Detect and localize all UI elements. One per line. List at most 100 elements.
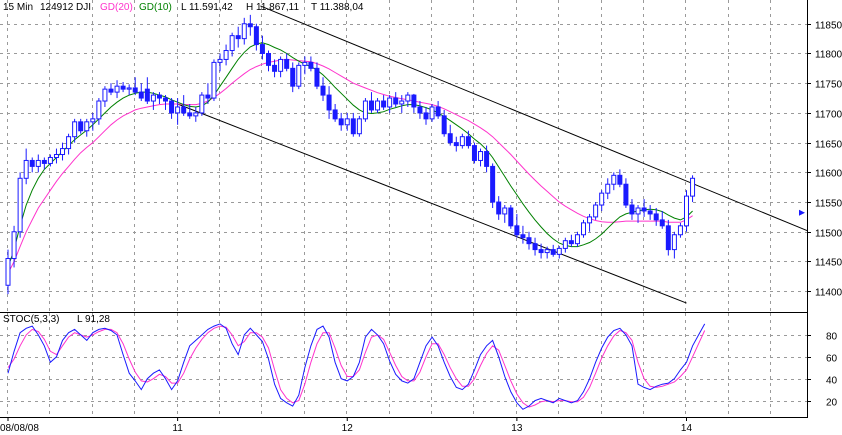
candle-body [308,61,314,69]
candle-body [290,67,296,87]
candle-body [284,58,290,69]
time-tick-label: 08/08/08 [0,423,39,434]
candle-body [611,174,617,185]
candle-body [617,174,623,185]
time-tick-label: 14 [681,423,693,434]
candle-body [435,106,441,117]
chart-canvas[interactable]: 11400 11450 11500 11550 11600 11650 11700 11750… [0,0,842,435]
candle-body [144,88,150,102]
candle-body [490,165,496,203]
candle-body [23,159,29,179]
candle-body [265,52,271,66]
candle-body [393,97,399,105]
close-label: T 11.388,04 [311,2,364,13]
candle-body [599,192,605,206]
candle [362,98,368,122]
candle-body [181,106,187,114]
candle-body [175,106,181,114]
candle-body [296,64,302,87]
candle-body [163,97,169,102]
candle-body [653,213,659,221]
time-tick-label: 13 [511,423,523,434]
candle-body [417,106,423,114]
candle-body [405,94,411,102]
candle-body [187,112,193,117]
candle-body [399,100,405,105]
candle-body [29,159,35,167]
symbol-label: DJI [76,2,91,13]
candle [429,104,435,122]
symbol-id-label: 124912 [40,2,74,13]
candle-body [205,94,211,99]
candle-body [132,87,138,93]
candle-body [11,231,17,260]
candle-body [459,136,465,147]
candle [490,163,496,208]
candle-body [72,121,78,138]
candle-body [447,133,453,144]
candle-body [665,225,671,251]
candle-body [574,234,580,245]
candle-body [544,249,550,254]
candle-body [66,136,72,150]
candle-body [647,210,653,215]
candle-body [496,201,502,215]
candle-body [114,85,120,93]
candle-body [326,94,332,111]
time-tick-label: 12 [342,423,354,434]
candle-body [35,159,41,167]
candle-body [520,234,526,239]
candle [683,190,689,232]
candle-body [259,44,265,54]
price-tick-label: 11650 [815,140,842,151]
candle-body [623,183,629,206]
candle-body [199,94,205,114]
candle-body [508,207,514,227]
candle-body [368,100,374,111]
time-tick-label: 11 [172,423,183,434]
candle [593,202,599,220]
candle-body [350,118,356,135]
candle-body [514,225,520,236]
price-tick-label: 11800 [815,50,842,61]
candle-body [150,94,156,102]
candle-body [169,100,175,114]
candle-body [659,219,665,227]
candle [296,62,302,90]
candle-body [538,249,544,254]
candle-body [605,183,611,194]
candle-body [362,100,368,120]
stoch-indicator-label: STOC(5,3,3) [3,314,60,325]
candle-body [484,151,490,167]
price-tick-label: 11700 [815,110,842,121]
candle-body [120,85,126,90]
candle-body [453,142,459,147]
candle-body [338,118,344,126]
candle-body [465,136,471,147]
candle [211,59,217,102]
candle-body [587,216,593,224]
candle-body [302,61,308,66]
high-label: H 11.867,11 [246,2,299,13]
timeframe-label: 15 Min [3,2,33,13]
candle-body [593,204,599,218]
candle-body [641,207,647,212]
low-label: L 11.591,42 [181,2,233,13]
candle-body [556,247,562,255]
candle-body [550,249,556,255]
candle [199,92,205,116]
candle-body [411,94,417,108]
chart-window: 11400 11450 11500 11550 11600 11650 11700 11750… [0,0,842,435]
candle-body [138,91,144,99]
price-tick-label: 11750 [815,80,842,91]
candle-body [41,159,47,164]
candle [508,205,514,229]
candle-body [356,118,362,135]
candle [356,115,362,137]
candle-body [320,85,326,96]
ma-fast-label: GD(10) [139,2,172,13]
price-tick-label: 11850 [815,21,842,32]
candle [471,142,477,164]
candle-body [635,207,641,215]
candle-body [60,148,66,156]
